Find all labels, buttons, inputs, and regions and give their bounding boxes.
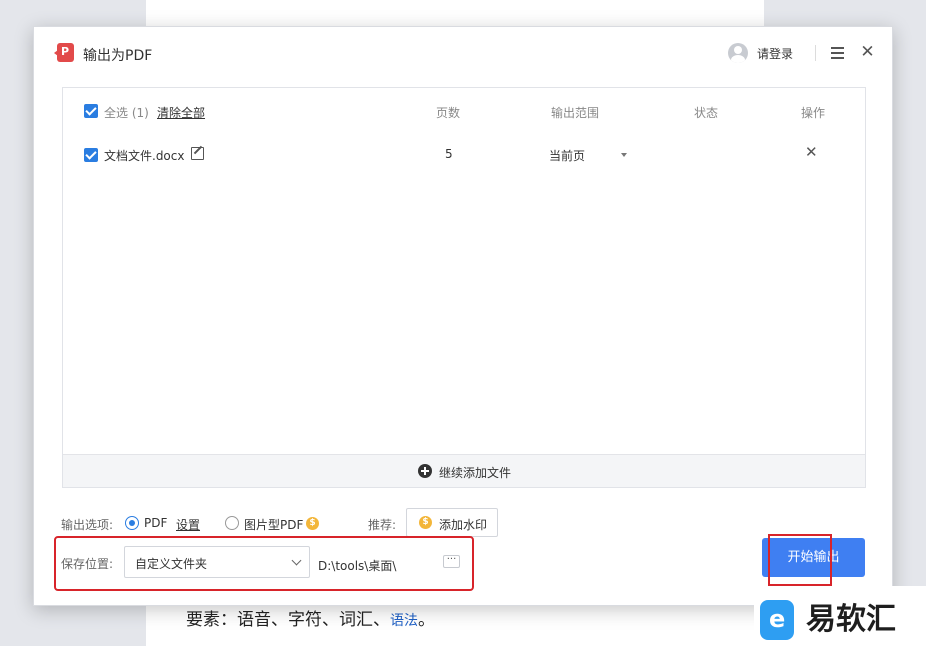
coin-icon: $ bbox=[419, 516, 432, 529]
recommend-label: 推荐: bbox=[368, 518, 397, 532]
file-pages: 5 bbox=[445, 147, 453, 161]
document-body-text: 要素：语音、字符、词汇、语法。 bbox=[186, 610, 435, 630]
pdf-radio[interactable] bbox=[125, 516, 139, 530]
column-header-action: 操作 bbox=[801, 106, 826, 120]
add-watermark-button[interactable]: $ 添加水印 bbox=[406, 508, 498, 537]
add-more-files-label: 继续添加文件 bbox=[439, 466, 512, 480]
clear-all-link[interactable]: 清除全部 bbox=[157, 104, 205, 121]
user-avatar-icon[interactable] bbox=[728, 43, 748, 63]
dialog-titlebar: P 输出为PDF 请登录 ✕ bbox=[34, 27, 892, 81]
caret-down-icon[interactable] bbox=[621, 153, 627, 157]
titlebar-divider bbox=[815, 45, 816, 61]
document-link[interactable]: 语法 bbox=[390, 613, 418, 629]
coin-icon: $ bbox=[306, 517, 319, 530]
add-more-files-button[interactable]: 继续添加文件 bbox=[63, 454, 865, 487]
remove-file-icon[interactable]: ✕ bbox=[805, 145, 819, 160]
pdf-app-icon: P bbox=[54, 43, 74, 62]
image-pdf-radio[interactable] bbox=[225, 516, 239, 530]
column-header-pages: 页数 bbox=[436, 106, 461, 120]
brand-logo-icon: e bbox=[760, 600, 794, 640]
output-options-label: 输出选项: bbox=[61, 518, 114, 532]
plus-circle-icon bbox=[418, 464, 432, 478]
image-pdf-label[interactable]: 图片型PDF bbox=[244, 516, 303, 533]
column-header-status: 状态 bbox=[694, 106, 719, 120]
add-watermark-label: 添加水印 bbox=[439, 518, 488, 532]
file-row-checkbox[interactable] bbox=[84, 148, 98, 162]
edit-icon[interactable] bbox=[191, 147, 204, 160]
dialog-title: 输出为PDF bbox=[83, 48, 153, 64]
file-list-panel: 全选 (1) 清除全部 页数 输出范围 状态 操作 文档文件.docx 5 当前… bbox=[62, 87, 866, 488]
login-link[interactable]: 请登录 bbox=[757, 45, 793, 62]
column-header-range: 输出范围 bbox=[551, 106, 600, 120]
settings-link[interactable]: 设置 bbox=[176, 516, 200, 533]
export-pdf-dialog: P 输出为PDF 请登录 ✕ 全选 (1) 清除全部 页数 输出范围 状态 操作… bbox=[33, 26, 893, 606]
pdf-radio-label[interactable]: PDF bbox=[144, 516, 167, 530]
close-icon[interactable]: ✕ bbox=[859, 44, 876, 61]
select-all-label: 全选 (1) bbox=[104, 106, 149, 120]
range-dropdown[interactable]: 当前页 bbox=[549, 147, 585, 164]
select-all-checkbox[interactable] bbox=[84, 104, 98, 118]
brand-name: 易软汇 bbox=[806, 602, 896, 637]
start-button-highlight-frame bbox=[768, 534, 832, 586]
save-location-highlight-frame bbox=[54, 536, 474, 591]
file-name: 文档文件.docx bbox=[104, 149, 185, 163]
brand-watermark: e 易软汇 bbox=[754, 586, 926, 646]
hamburger-menu-icon[interactable] bbox=[831, 46, 844, 59]
